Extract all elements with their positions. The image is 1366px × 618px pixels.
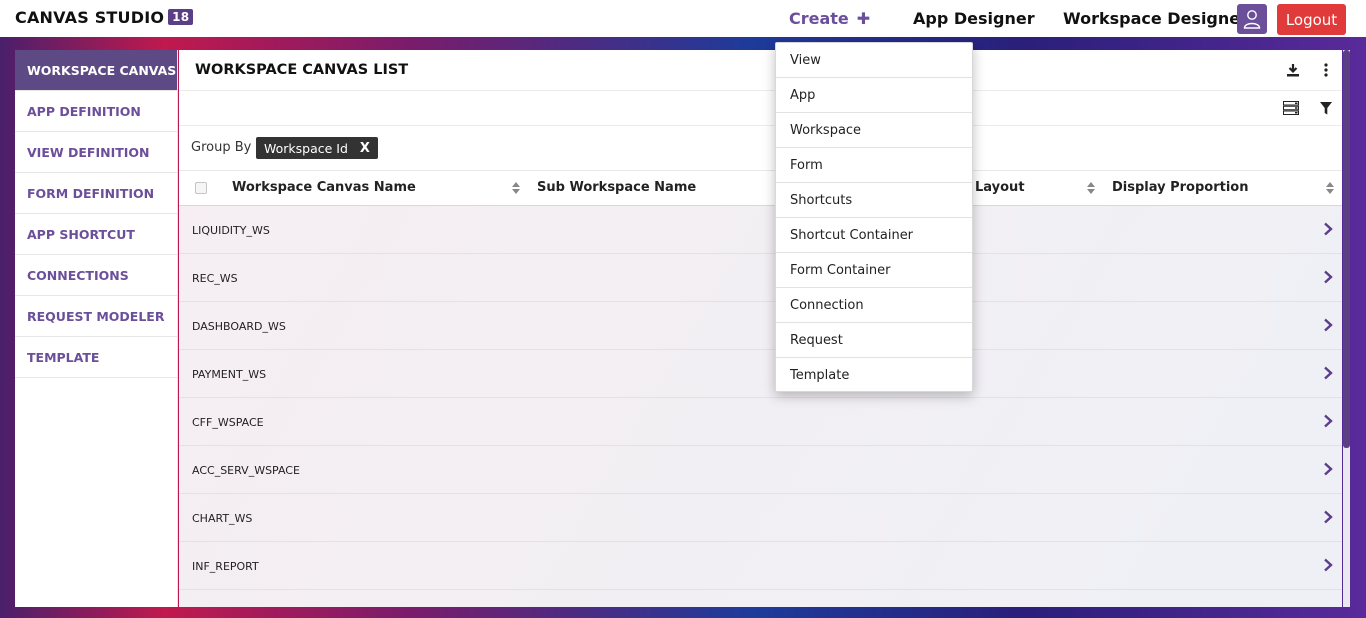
chevron-right-icon[interactable]	[1323, 414, 1333, 428]
chevron-right-icon[interactable]	[1323, 366, 1333, 380]
version-badge: 18	[168, 9, 194, 25]
list-view-icon[interactable]	[1283, 100, 1299, 116]
table-row[interactable]: CHART_WS	[179, 494, 1342, 542]
row-canvas-name: PAYMENT_WS	[192, 368, 267, 381]
panel-header: WORKSPACE CANVAS LIST	[179, 50, 1342, 91]
app-brand[interactable]: CANVAS STUDIO 18	[15, 8, 194, 27]
user-icon	[1243, 10, 1261, 29]
menu-item-app[interactable]: App	[776, 78, 972, 113]
workspace-designer-link[interactable]: Workspace Designer	[1063, 9, 1248, 28]
sidebar-item-form-definition[interactable]: FORM DEFINITION	[15, 173, 177, 214]
chevron-right-icon[interactable]	[1323, 558, 1333, 572]
menu-item-form[interactable]: Form	[776, 148, 972, 183]
menu-item-connection[interactable]: Connection	[776, 288, 972, 323]
scrollbar-thumb[interactable]	[1343, 50, 1350, 448]
table-row[interactable]: REC_WS	[179, 254, 1342, 302]
top-bar: CANVAS STUDIO 18 Create ✚ App Designer Wor…	[0, 0, 1366, 37]
chip-remove-icon[interactable]: X	[360, 141, 370, 156]
create-label: Create	[789, 9, 849, 28]
menu-item-template[interactable]: Template	[776, 358, 972, 393]
page-title: WORKSPACE CANVAS LIST	[195, 62, 409, 78]
sort-icon[interactable]	[1325, 181, 1335, 195]
main-panel: WORKSPACE CANVAS LIST Group By Workspace…	[179, 50, 1342, 607]
more-options-icon[interactable]	[1318, 62, 1334, 78]
create-dropdown-menu: View App Workspace Form Shortcuts Shortc…	[775, 42, 973, 392]
column-workspace-canvas-name[interactable]: Workspace Canvas Name	[232, 180, 416, 195]
sidebar-item-view-definition[interactable]: VIEW DEFINITION	[15, 132, 177, 173]
row-canvas-name: ACC_SERV_WSPACE	[192, 464, 300, 477]
group-by-label: Group By	[191, 140, 252, 155]
menu-item-shortcut-container[interactable]: Shortcut Container	[776, 218, 972, 253]
menu-item-workspace[interactable]: Workspace	[776, 113, 972, 148]
brand-name: CANVAS STUDIO	[15, 8, 165, 27]
row-canvas-name: LIQUIDITY_WS	[192, 224, 270, 237]
vertical-scrollbar[interactable]	[1343, 50, 1350, 607]
chevron-right-icon[interactable]	[1323, 222, 1333, 236]
chevron-right-icon[interactable]	[1323, 510, 1333, 524]
row-canvas-name: INF_REPORT	[192, 560, 259, 573]
table-row[interactable]: CFF_WSPACE	[179, 398, 1342, 446]
menu-item-view[interactable]: View	[776, 43, 972, 78]
sidebar-item-template[interactable]: TEMPLATE	[15, 337, 177, 378]
chevron-right-icon[interactable]	[1323, 318, 1333, 332]
menu-item-form-container[interactable]: Form Container	[776, 253, 972, 288]
sidebar: WORKSPACE CANVAS APP DEFINITION VIEW DEF…	[15, 50, 178, 607]
create-menu-button[interactable]: Create ✚	[789, 9, 870, 28]
table-header: Workspace Canvas Name Sub Workspace Name…	[179, 171, 1342, 206]
sidebar-item-app-shortcut[interactable]: APP SHORTCUT	[15, 214, 177, 255]
sidebar-item-connections[interactable]: CONNECTIONS	[15, 255, 177, 296]
sidebar-item-request-modeler[interactable]: REQUEST MODELER	[15, 296, 177, 337]
menu-item-shortcuts[interactable]: Shortcuts	[776, 183, 972, 218]
sort-icon[interactable]	[1086, 181, 1096, 195]
chevron-right-icon[interactable]	[1323, 462, 1333, 476]
app-designer-link[interactable]: App Designer	[913, 9, 1035, 28]
logout-button[interactable]: Logout	[1277, 4, 1346, 35]
list-toolbar	[179, 91, 1342, 126]
table-row[interactable]: LIQUIDITY_WS	[179, 206, 1342, 254]
select-all-checkbox[interactable]	[195, 182, 207, 194]
column-display-proportion[interactable]: Display Proportion	[1112, 180, 1249, 195]
filter-icon[interactable]	[1318, 100, 1334, 116]
chevron-right-icon[interactable]	[1323, 270, 1333, 284]
group-by-chip-label: Workspace Id	[264, 140, 348, 156]
menu-item-request[interactable]: Request	[776, 323, 972, 358]
table-row[interactable]: INF_REPORT	[179, 542, 1342, 590]
column-layout[interactable]: Layout	[975, 180, 1025, 195]
row-canvas-name: REC_WS	[192, 272, 238, 285]
table-row[interactable]: DASHBOARD_WS	[179, 302, 1342, 350]
row-canvas-name: CHART_WS	[192, 512, 253, 525]
row-canvas-name: DASHBOARD_WS	[192, 320, 286, 333]
group-by-chip[interactable]: Workspace Id X	[256, 137, 378, 159]
sidebar-item-app-definition[interactable]: APP DEFINITION	[15, 91, 177, 132]
table-row[interactable]: ACC_SERV_WSPACE	[179, 446, 1342, 494]
column-sub-workspace-name[interactable]: Sub Workspace Name	[537, 180, 696, 195]
group-by-bar: Group By Workspace Id X	[179, 126, 1342, 171]
sidebar-item-workspace-canvas[interactable]: WORKSPACE CANVAS	[15, 50, 177, 91]
row-canvas-name: CFF_WSPACE	[192, 416, 264, 429]
sort-icon[interactable]	[511, 181, 521, 195]
table-row[interactable]: PAYMENT_WS	[179, 350, 1342, 398]
download-icon[interactable]	[1285, 62, 1301, 78]
plus-icon: ✚	[856, 9, 871, 28]
user-profile-button[interactable]	[1237, 4, 1267, 34]
